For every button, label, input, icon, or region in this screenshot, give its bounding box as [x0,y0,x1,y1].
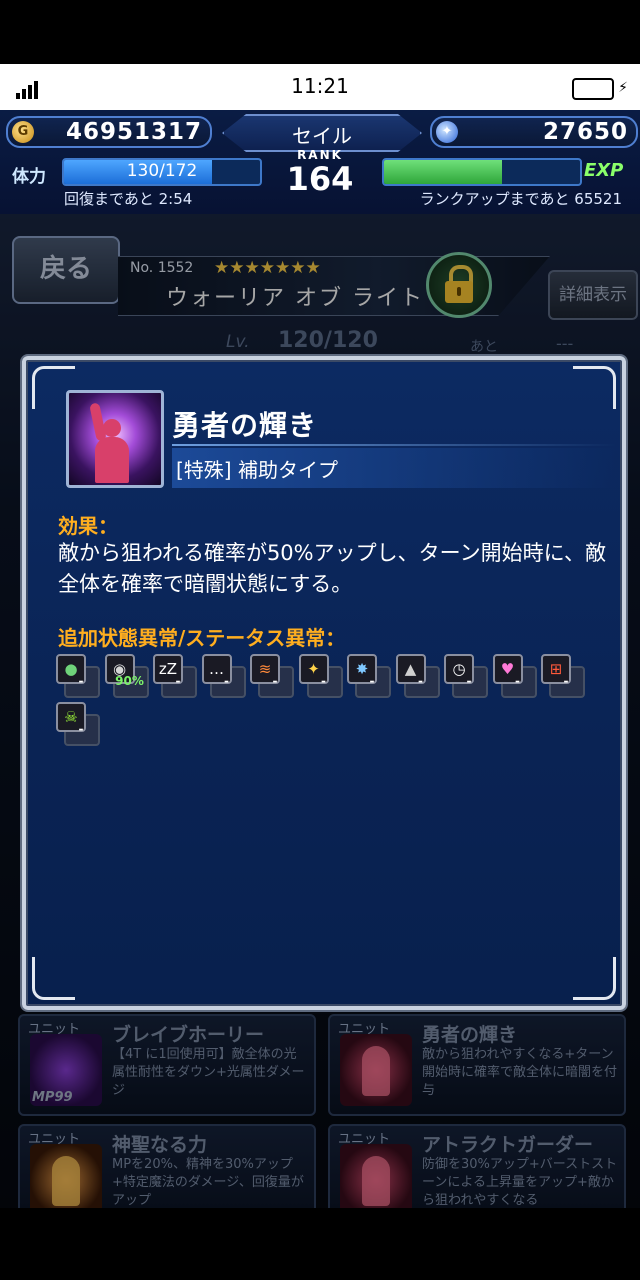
ability-detail-dialog: 勇者の輝き [特殊] 補助タイプ 効果： 敵から狙われる確率が50%アップし、タ… [22,356,626,1010]
gil-counter: G 46951317 [6,116,212,148]
blind-icon: ◉ 90% [104,654,149,698]
phone-status-bar: 11:21 ⚡ [0,64,640,110]
ability-type-band: [特殊] 補助タイプ [172,448,616,488]
gil-value: 46951317 [65,119,202,145]
effect-label: 効果： [58,514,118,538]
exp-label: EXP [584,160,624,181]
game-screen: 11:21 ⚡ G 46951317 セイル ✦ 27650 RANK 164 … [0,0,640,1280]
rankup-remaining: ランクアップまであと 65521 [419,190,622,208]
effect-description: 敵から狙われる確率が50%アップし、ターン開始時に、敵全体を確率で暗闇状態にする… [58,541,606,596]
hero-shine-ability-icon [66,390,164,488]
status-chance: - [563,674,569,688]
player-name-plate: セイル [222,114,422,152]
lapis-gem-icon: ✦ [436,121,458,143]
death-icon: ☠ - [56,702,100,746]
exp-bar [382,158,582,186]
status-chance: - [272,674,278,688]
status-chance: - [224,674,229,688]
confuse-icon: ✦ - [298,654,343,698]
stop-icon: ◷ - [444,654,488,698]
status-chance: 90% [115,674,144,688]
sleep-icon: zZ - [153,654,197,698]
rank-display: RANK 164 [268,148,372,212]
poison-icon: ● - [56,654,100,698]
player-header: G 46951317 セイル ✦ 27650 RANK 164 体力 130/1… [0,110,640,216]
status-chance: - [321,674,326,688]
status-chance: - [418,674,423,688]
stamina-value: 130/172 [126,161,198,181]
stamina-label: 体力 [12,167,46,187]
status-chance: - [515,674,520,688]
player-name: セイル [292,124,352,148]
status-chance: - [466,674,472,688]
charm-icon: ♥ - [492,654,537,698]
ability-name: 勇者の輝き [172,409,318,442]
gil-coin-icon: G [12,121,34,143]
ability-type: [特殊] 補助タイプ [176,458,338,482]
ornament-corner-icon [573,366,616,409]
stamina-recover-timer: 回復まであと 2:54 [64,190,193,208]
battery-icon [572,78,614,100]
ornament-corner-icon [32,957,75,1000]
disease-icon: ✸ - [347,654,391,698]
status-chance: - [78,722,84,736]
bottom-bezel [0,1208,640,1280]
status-chance: - [78,674,84,688]
status-ailment-label: 追加状態異常/ステータス異常： [58,626,346,650]
silence-icon: … - [201,654,246,698]
exp-fill [384,160,502,184]
lapis-value: 27650 [542,119,628,145]
ornament-corner-icon [573,957,616,1000]
status-chance: - [175,674,181,688]
break-icon: ⊞ - [541,654,585,698]
stamina-bar: 130/172 [62,158,262,186]
petrify-icon: ▲ - [395,654,440,698]
charging-icon: ⚡ [618,80,628,96]
status-chance: - [369,674,375,688]
lapis-counter[interactable]: ✦ 27650 [430,116,638,148]
clock: 11:21 [291,74,349,98]
rank-value: 164 [286,160,354,198]
paralyze-icon: ≋ - [250,654,294,698]
divider [172,444,616,446]
